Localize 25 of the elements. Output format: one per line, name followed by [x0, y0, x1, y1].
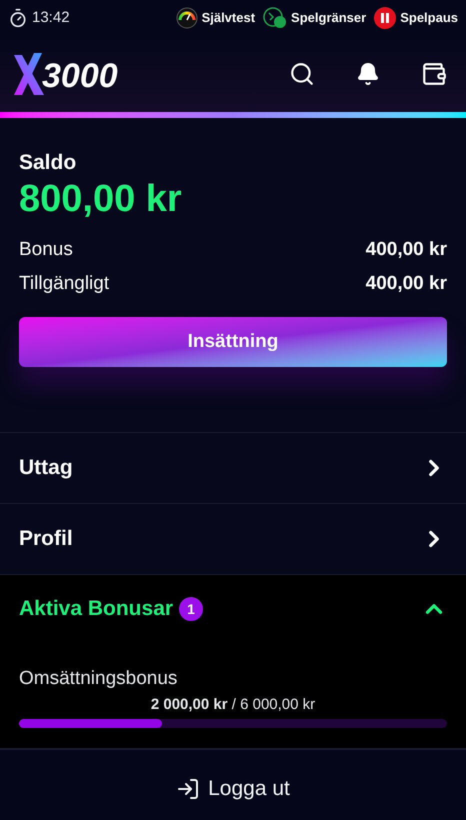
pause-icon: [374, 7, 396, 29]
balance-label: Bonus: [19, 238, 73, 262]
brand-logo[interactable]: 3000: [12, 51, 118, 97]
balance-value: 400,00 kr: [366, 238, 447, 262]
wallet-icon: [421, 61, 447, 87]
clock-coin-icon: [263, 7, 288, 29]
clock-time: 13:42: [32, 8, 70, 28]
bonus-toggle[interactable]: Aktiva Bonusar 1: [0, 575, 466, 643]
balance-label: Tillgängligt: [19, 272, 110, 296]
deposit-button[interactable]: Insättning: [19, 316, 447, 367]
logout-button[interactable]: Logga ut: [176, 773, 290, 805]
balance-amount: 800,00 kr: [19, 177, 183, 222]
status-link[interactable]: Spelgränser: [263, 7, 366, 29]
timer-icon: [8, 8, 28, 28]
count-badge: 1: [179, 597, 204, 621]
status-link[interactable]: Spelpaus: [374, 7, 458, 29]
gauge-icon: [176, 7, 198, 29]
search-icon: [289, 61, 315, 87]
bell-icon: [356, 62, 380, 86]
bonus-target: / 6 000,00 kr: [232, 696, 316, 712]
bonus-name: Omsättningsbonus: [19, 667, 178, 691]
logout-icon: [176, 777, 200, 801]
balance-value: 400,00 kr: [366, 272, 447, 296]
balance-title: Saldo: [19, 150, 78, 176]
status-link[interactable]: Självtest: [176, 7, 256, 29]
